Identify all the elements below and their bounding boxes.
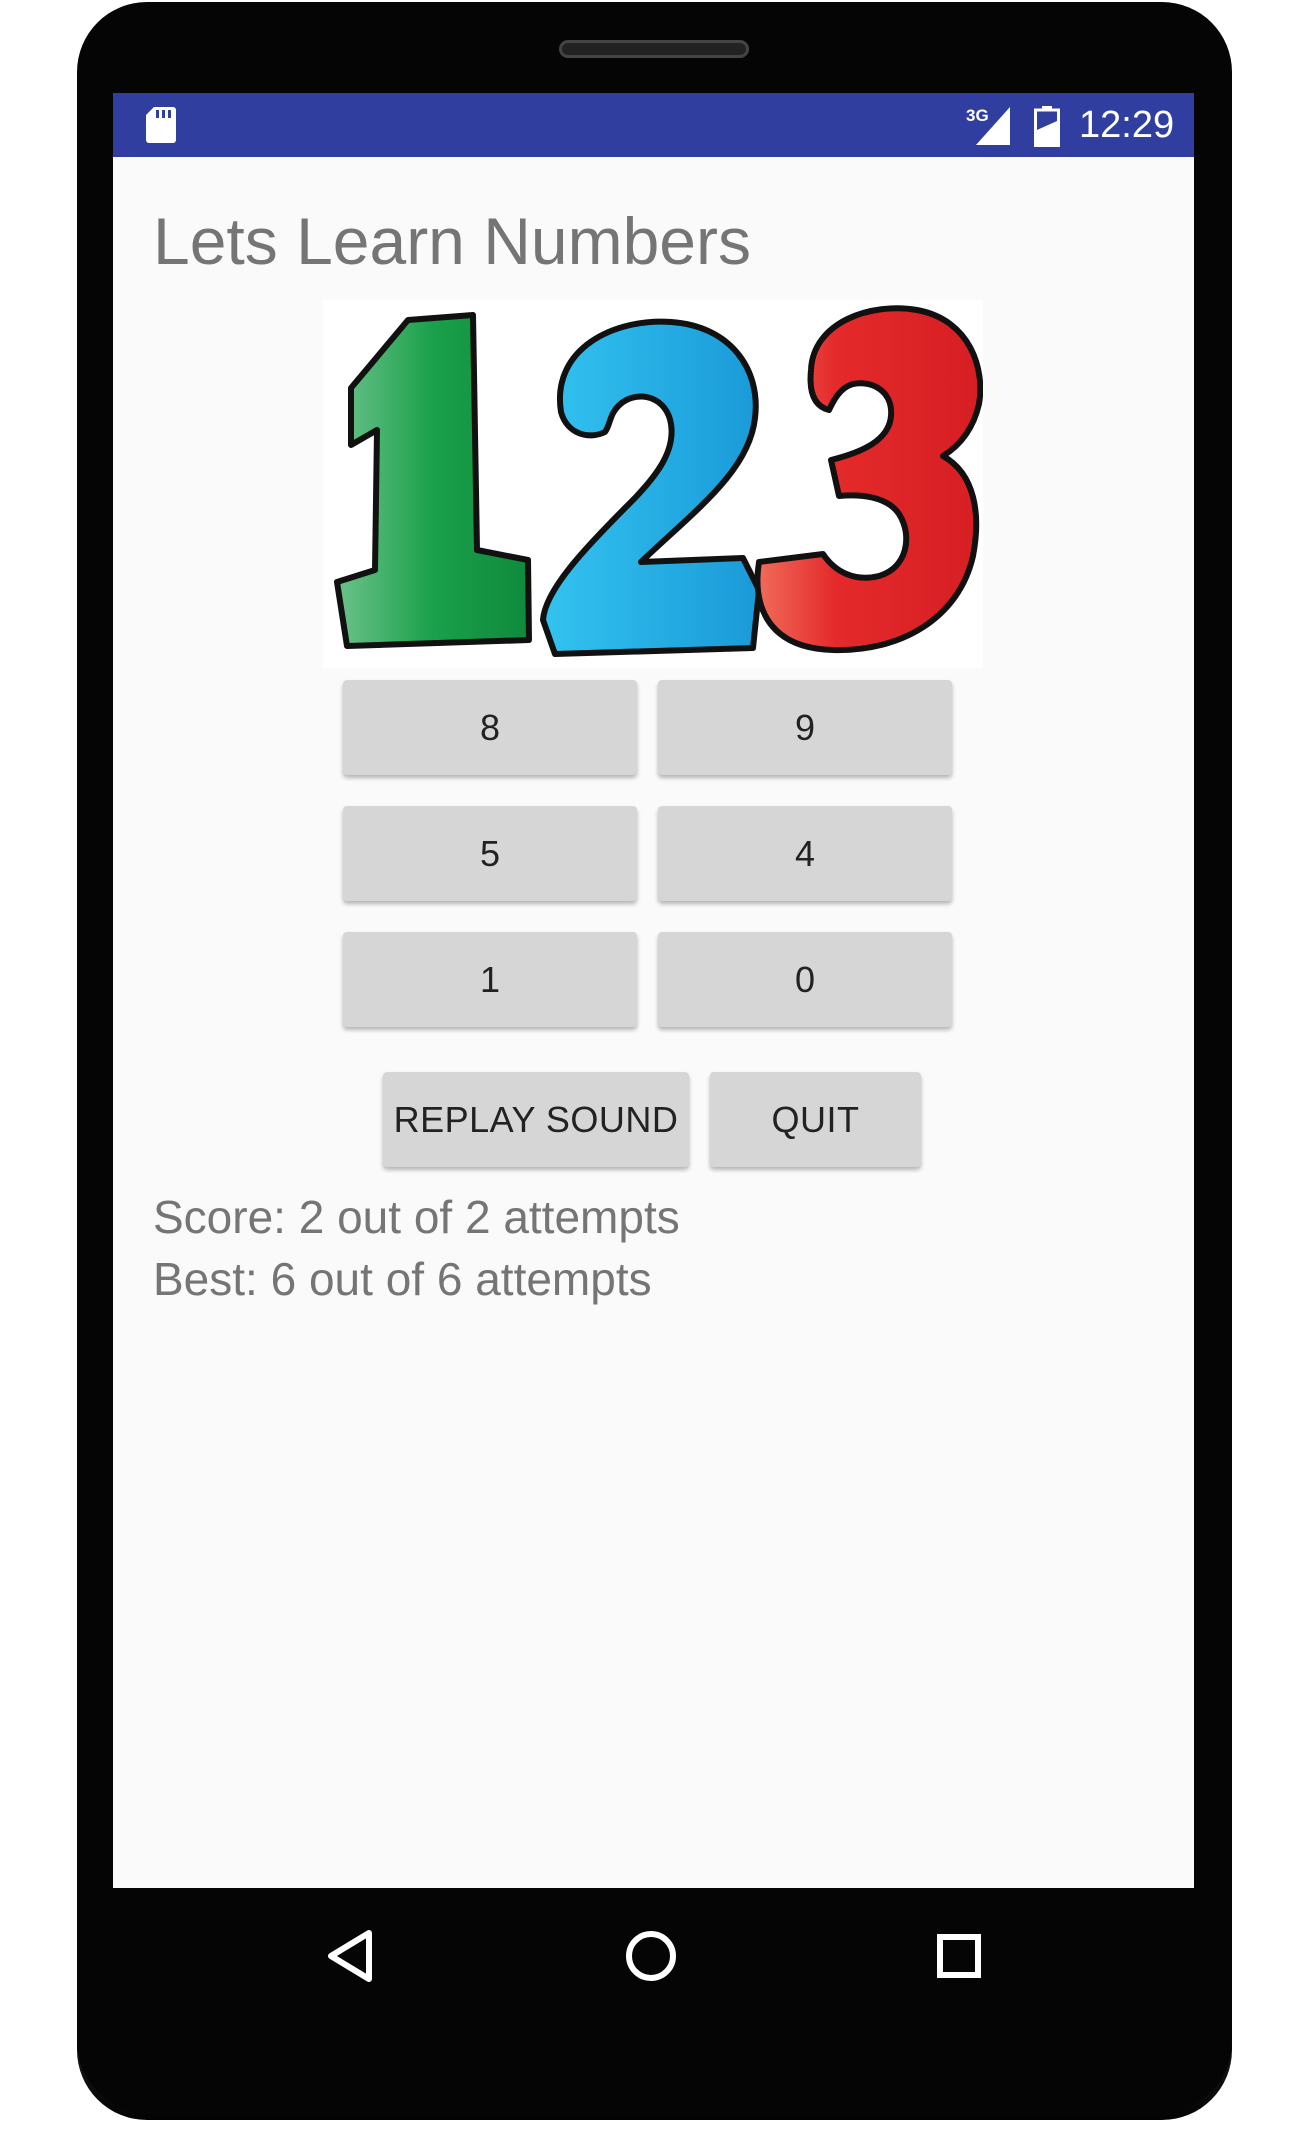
number-button-9[interactable]: 9 (658, 680, 952, 775)
network-type-label: 3G (966, 106, 989, 125)
speaker-grille (559, 40, 749, 58)
number-button-5[interactable]: 5 (343, 806, 637, 901)
score-text: Score: 2 out of 2 attempts (153, 1191, 680, 1243)
sd-card-icon (146, 107, 176, 143)
battery-icon (1034, 106, 1060, 147)
status-clock: 12:29 (1079, 104, 1175, 146)
number-button-1[interactable]: 1 (343, 932, 637, 1027)
replay-sound-button[interactable]: REPLAY SOUND (383, 1072, 689, 1167)
app-screen: 3G 12:29 Lets Learn Numbers 8 9 5 4 1 0 … (113, 93, 1194, 1888)
home-icon[interactable] (624, 1929, 678, 1983)
numbers-logo-image (323, 300, 983, 668)
app-title: Lets Learn Numbers (153, 204, 751, 278)
number-button-0[interactable]: 0 (658, 932, 952, 1027)
quit-button[interactable]: QUIT (710, 1072, 921, 1167)
back-icon[interactable] (326, 1929, 374, 1983)
navigation-bar (113, 1888, 1194, 2028)
status-bar: 3G 12:29 (113, 93, 1194, 157)
signal-3g-icon: 3G (966, 106, 1010, 145)
number-button-4[interactable]: 4 (658, 806, 952, 901)
number-button-8[interactable]: 8 (343, 680, 637, 775)
recents-icon[interactable] (936, 1933, 982, 1979)
best-score-text: Best: 6 out of 6 attempts (153, 1253, 652, 1305)
